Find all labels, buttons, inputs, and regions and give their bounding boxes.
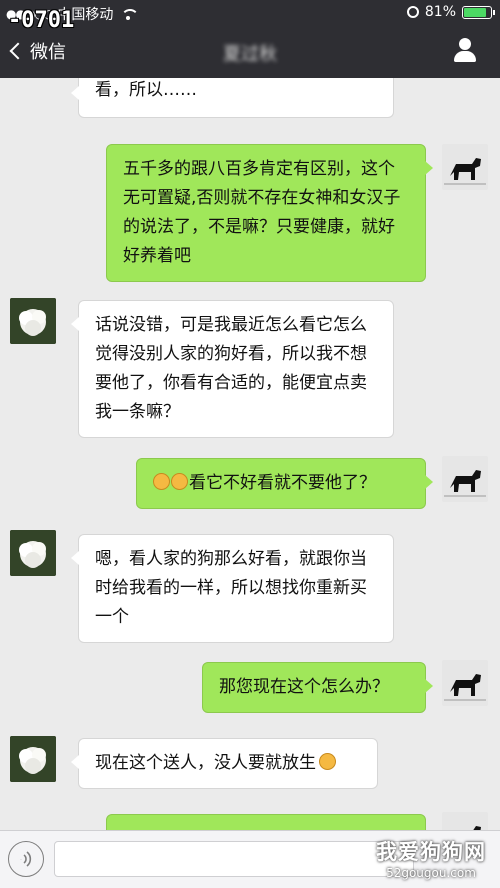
message-input[interactable] bbox=[54, 841, 414, 877]
message-text: 现在这个送人，没人要就放生 bbox=[95, 753, 316, 773]
smiley-emoji-icon bbox=[319, 753, 336, 770]
message-bubble: 话说没错，可是我最近怎么看它怎么觉得没别人家的狗好看，所以我不想要他了，你看有合… bbox=[71, 300, 394, 438]
watermark-title: 我爱狗狗网 bbox=[376, 840, 486, 864]
status-bar: ●●○○○ 中国移动 -0701 81% bbox=[0, 0, 500, 33]
message-text: 嗯，看人家的狗那么好看，就跟你当时给我看的一样，所以想找你重新买一个 bbox=[95, 549, 367, 627]
battery-percent: 81% bbox=[424, 4, 456, 20]
battery-icon bbox=[462, 5, 495, 19]
watermark-url: 52gougou.com bbox=[386, 866, 476, 880]
message-text: 那您现在这个怎么办？ bbox=[219, 677, 389, 697]
message-text: 五千多的跟八百多肯定有区别，这个无可置疑,否则就不存在女神和女汉子的说法了，不是… bbox=[123, 159, 401, 266]
avatar-flower[interactable] bbox=[10, 736, 56, 782]
message-bubble: 看它不好看就不要他了？ bbox=[136, 458, 433, 509]
avatar-flower[interactable] bbox=[10, 298, 56, 344]
chat-area[interactable]: 看，所以…… 五千多的跟八百多肯定有区别，这个无可置疑,否则就不存在女神和女汉子… bbox=[0, 78, 500, 830]
chat-title: 夏过秋 bbox=[223, 44, 277, 65]
message-bubble: 那您现在这个怎么办？ bbox=[202, 662, 433, 713]
message-bubble: 现在这个送人，没人要就放生 bbox=[71, 738, 378, 789]
voice-icon bbox=[20, 851, 32, 867]
message-text: 看，所以…… bbox=[95, 80, 197, 100]
avatar-dog[interactable] bbox=[442, 812, 488, 830]
alarm-icon bbox=[406, 6, 419, 18]
watermark: 我爱狗狗网 52gougou.com bbox=[376, 836, 486, 880]
message-text: 看它不好看就不要他了？ bbox=[189, 473, 376, 493]
avatar-dog[interactable] bbox=[442, 456, 488, 502]
avatar-dog[interactable] bbox=[442, 660, 488, 706]
message-bubble: 看，所以…… bbox=[71, 78, 394, 118]
nav-bar: 微信 夏过秋 bbox=[0, 26, 500, 78]
voice-button[interactable] bbox=[8, 841, 44, 877]
avatar-flower[interactable] bbox=[10, 530, 56, 576]
smiley-emoji-icon bbox=[171, 473, 188, 490]
top-bar: ●●○○○ 中国移动 -0701 81% 微信 夏过秋 bbox=[0, 0, 500, 78]
message-bubble: 五千多的跟八百多肯定有区别，这个无可置疑,否则就不存在女神和女汉子的说法了，不是… bbox=[106, 144, 433, 282]
message-bubble: 嗯，看人家的狗那么好看，就跟你当时给我看的一样，所以想找你重新买一个 bbox=[71, 534, 394, 643]
person-icon[interactable] bbox=[452, 38, 478, 64]
message-bubble-partial bbox=[106, 814, 426, 830]
avatar-dog[interactable] bbox=[442, 144, 488, 190]
smiley-emoji-icon bbox=[153, 473, 170, 490]
message-text: 话说没错，可是我最近怎么看它怎么觉得没别人家的狗好看，所以我不想要他了，你看有合… bbox=[95, 315, 367, 422]
wifi-icon bbox=[121, 8, 140, 20]
